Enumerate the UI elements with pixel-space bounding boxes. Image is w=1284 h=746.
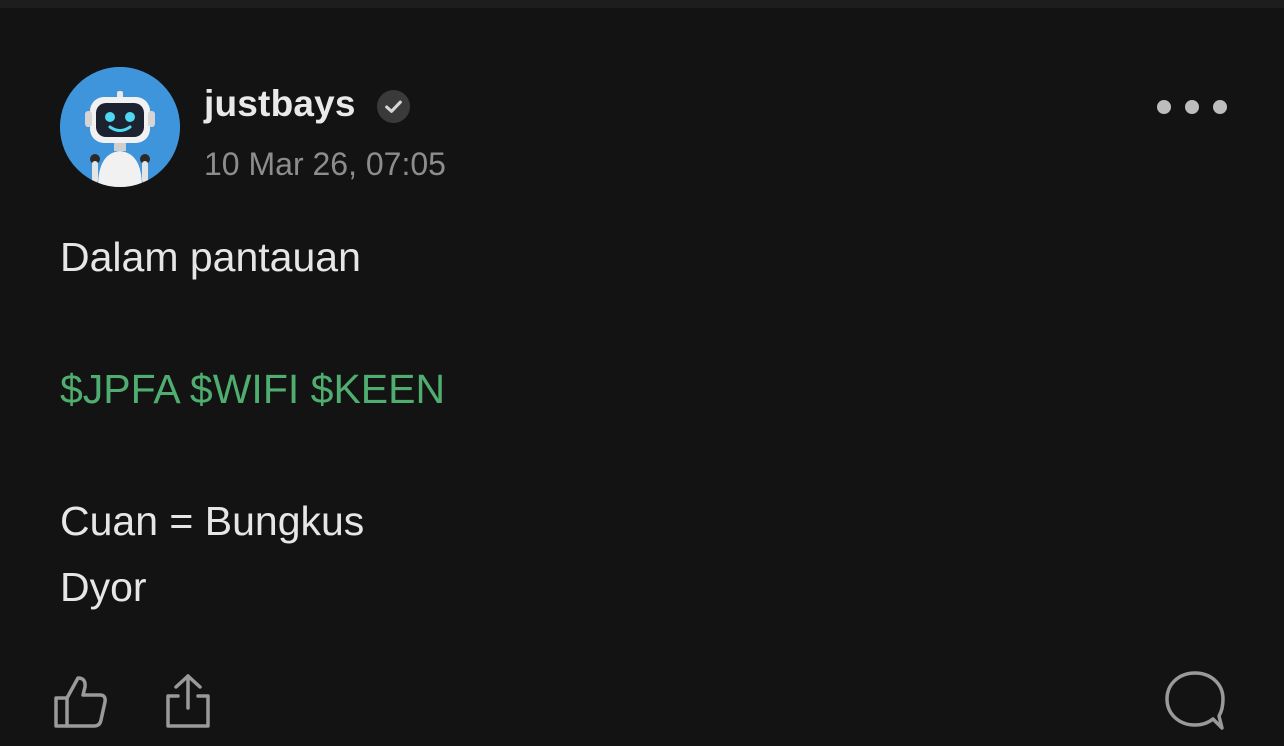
post-timestamp: 10 Mar 26, 07:05	[204, 146, 446, 182]
robot-avatar-icon	[60, 67, 180, 187]
more-options-button[interactable]	[1154, 92, 1230, 122]
top-divider	[0, 0, 1284, 8]
post-body: Dalam pantauan $JPFA $WIFI $KEEN Cuan = …	[60, 224, 1220, 620]
ticker-link[interactable]: $JPFA	[60, 366, 179, 412]
avatar[interactable]	[60, 67, 180, 187]
more-options-icon-dot	[1185, 100, 1199, 114]
more-options-icon-dot	[1213, 100, 1227, 114]
post-blank-line	[60, 290, 1220, 356]
comment-bubble-icon[interactable]	[1162, 668, 1228, 734]
ticker-link[interactable]: $KEEN	[311, 366, 445, 412]
more-options-icon	[1157, 100, 1171, 114]
post-text-line: Dalam pantauan	[60, 234, 361, 280]
ticker-list: $JPFA $WIFI $KEEN	[60, 356, 1220, 422]
share-icon[interactable]	[162, 672, 214, 730]
username[interactable]: justbays	[204, 82, 356, 126]
post-blank-line	[60, 422, 1220, 488]
thumbs-up-icon[interactable]	[52, 674, 110, 730]
verified-check-icon	[376, 89, 411, 124]
ticker-link[interactable]: $WIFI	[190, 366, 299, 412]
post-text-line: Cuan = Bungkus	[60, 498, 365, 544]
post-text-line: Dyor	[60, 564, 147, 610]
